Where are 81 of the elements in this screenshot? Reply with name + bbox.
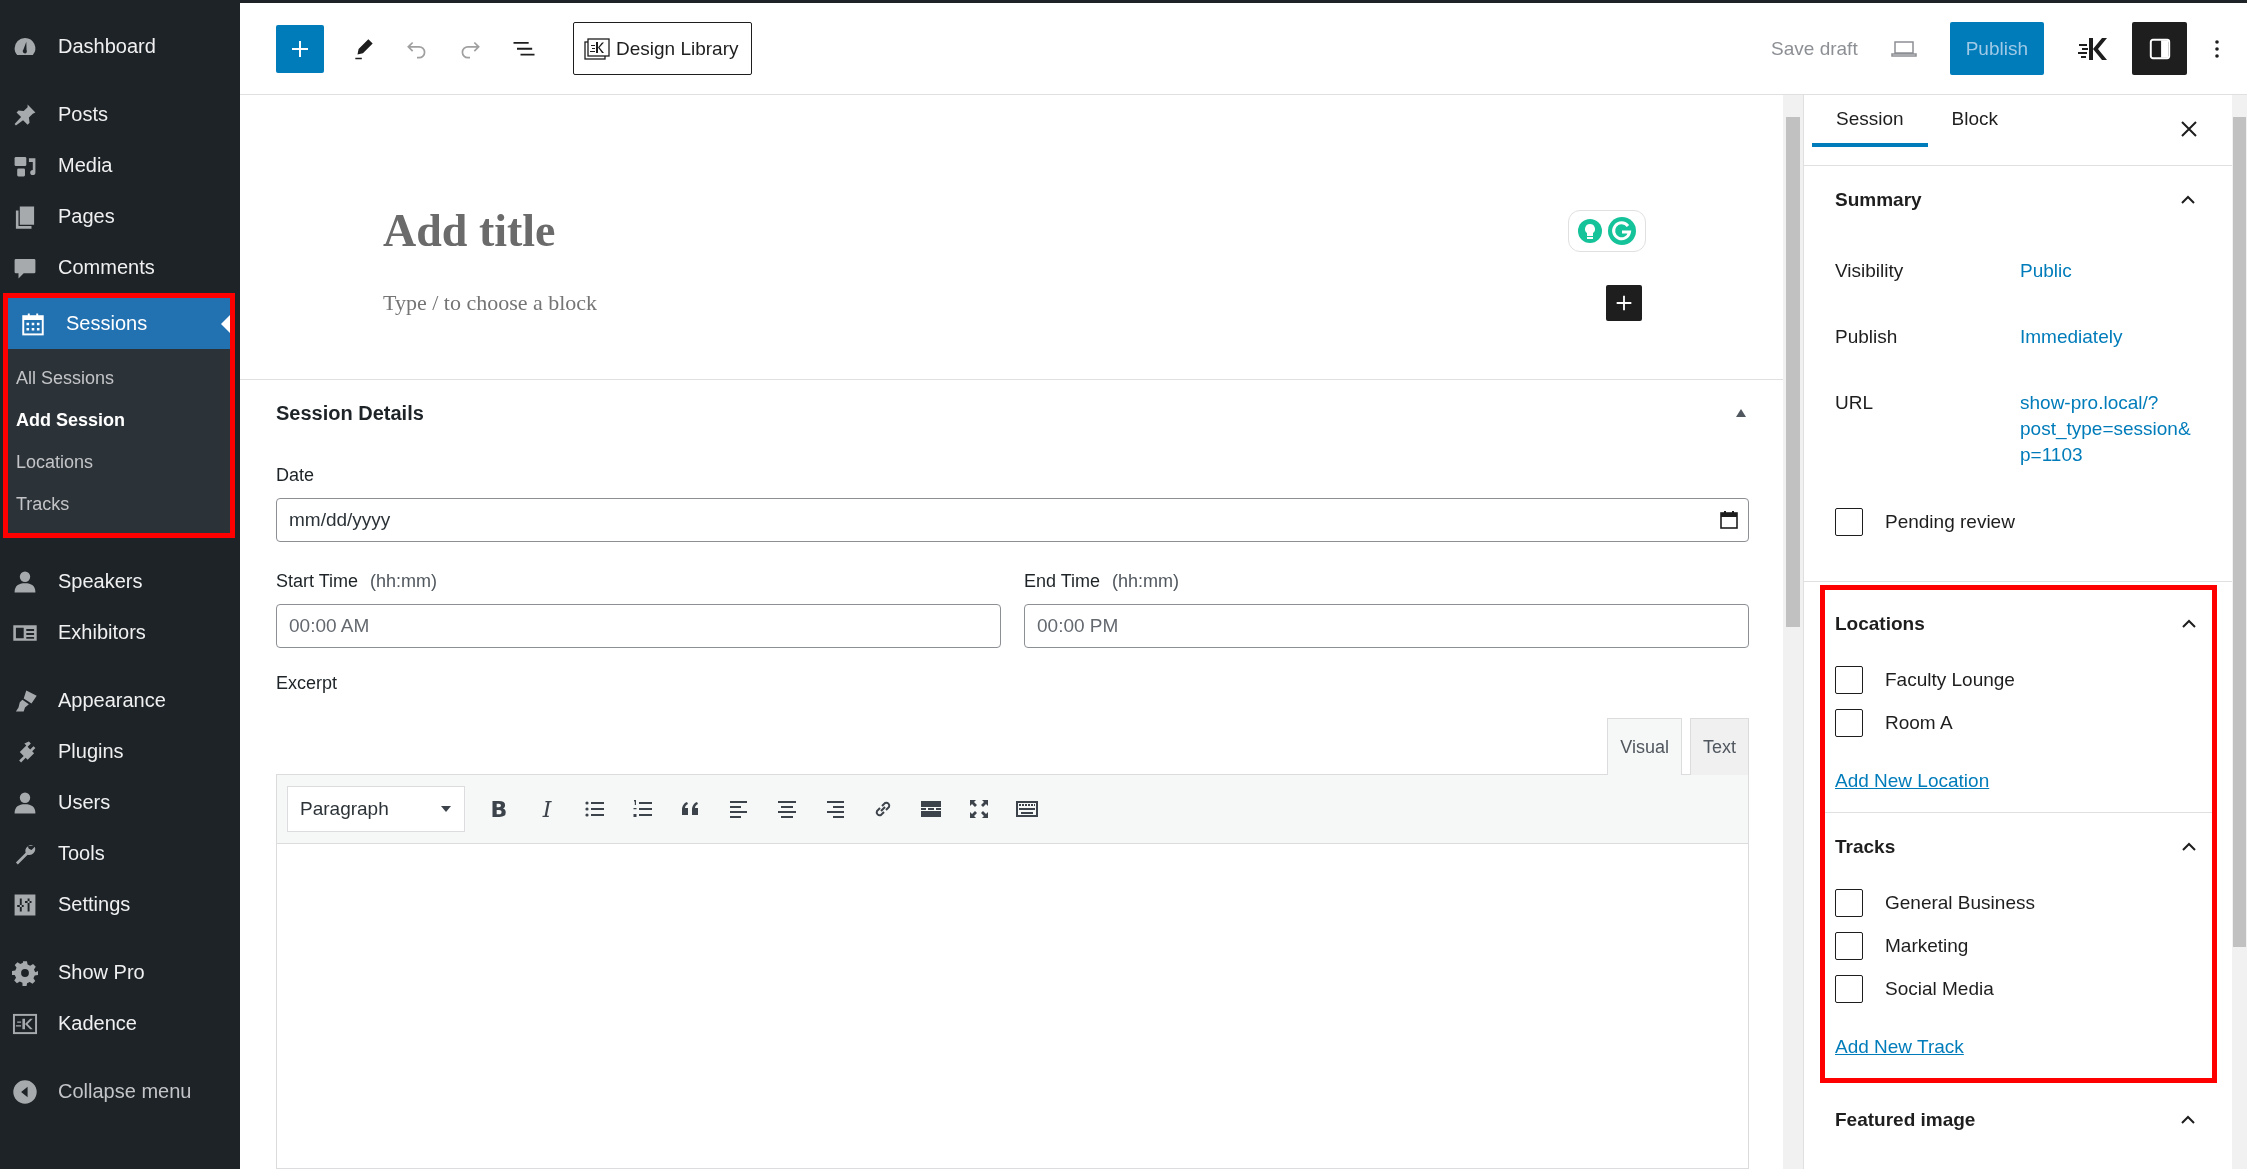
field-label: Start Time <box>276 570 359 593</box>
lightbulb-icon <box>1577 218 1603 244</box>
format-select[interactable]: Paragraph <box>287 786 465 832</box>
menu-item[interactable]: Posts <box>0 89 240 140</box>
submenu-item[interactable]: Add Session <box>8 399 230 441</box>
menu-item[interactable]: Settings <box>0 879 240 930</box>
menu-item[interactable]: Tools <box>0 828 240 879</box>
panel-title[interactable]: Locations <box>1835 613 1925 635</box>
menu-item[interactable]: Sessions <box>8 298 230 349</box>
title-field[interactable]: Add title <box>383 205 556 257</box>
bold-button[interactable]: B <box>487 796 511 822</box>
field-label: Excerpt <box>276 672 339 695</box>
menu-item[interactable]: Users <box>0 777 240 828</box>
checkbox[interactable] <box>1835 666 1863 694</box>
checkbox[interactable] <box>1835 975 1863 1003</box>
editor-tab[interactable]: Text <box>1690 718 1749 775</box>
sidebar-tab[interactable]: Session <box>1812 95 1928 147</box>
menu-item[interactable]: Dashboard <box>0 21 240 72</box>
menu-item[interactable]: Exhibitors <box>0 607 240 658</box>
sidebar-tab[interactable]: Block <box>1927 95 2023 147</box>
setting-value-link[interactable]: show-pro.local/?post_type=session&p=1103 <box>2020 390 2200 468</box>
setting-label: Publish <box>1835 325 1899 349</box>
panel-title[interactable]: Tracks <box>1835 836 1896 858</box>
gear-icon <box>12 959 38 986</box>
format-hint: (hh:mm) <box>370 570 438 593</box>
menu-item[interactable]: Speakers <box>0 556 240 607</box>
submenu-item[interactable]: Locations <box>8 441 230 483</box>
setting-value-link[interactable]: Public <box>2020 258 2200 284</box>
calendar-icon[interactable] <box>1719 510 1739 530</box>
menu-item[interactable]: Comments <box>0 242 240 293</box>
caret-icon <box>440 805 452 813</box>
add-block-button[interactable] <box>276 24 324 73</box>
collapse-menu-button[interactable]: Collapse menu <box>0 1066 240 1117</box>
submenu-item[interactable]: All Sessions <box>8 357 230 399</box>
menu-item[interactable]: Show Pro <box>0 947 240 998</box>
current-pointer-icon <box>221 315 230 333</box>
format-hint: (hh:mm) <box>1112 570 1180 593</box>
add-new-link[interactable]: Add New Location <box>1835 770 1990 792</box>
scrollbar-thumb[interactable] <box>2233 117 2246 947</box>
checkbox-label: Marketing <box>1885 935 1969 957</box>
laptop-icon[interactable] <box>1889 38 1918 59</box>
field-label: Date <box>276 464 316 487</box>
menu-item[interactable]: Pages <box>0 191 240 242</box>
insert-block-button[interactable] <box>1606 285 1642 321</box>
scrollbar[interactable] <box>2232 95 2247 1169</box>
submenu-item[interactable]: Tracks <box>8 483 230 525</box>
fullscreen-icon[interactable] <box>967 797 991 821</box>
metabox-title: Session Details <box>276 401 424 425</box>
checkbox[interactable] <box>1835 889 1863 917</box>
menu-item[interactable]: Plugins <box>0 726 240 777</box>
design-library-button[interactable]: Design Library <box>573 22 752 75</box>
scrollbar[interactable] <box>1783 95 1803 1169</box>
block-placeholder[interactable]: Type / to choose a block <box>383 290 598 316</box>
panel-title[interactable]: Summary <box>1835 189 1922 211</box>
field-label: End Time <box>1024 570 1101 593</box>
checkbox-label: Social Media <box>1885 978 1994 1000</box>
setting-value-link[interactable]: Immediately <box>2020 324 2200 350</box>
library-icon <box>584 37 610 60</box>
settings-toggle-button[interactable] <box>2132 22 2187 75</box>
checkbox[interactable] <box>1835 709 1863 737</box>
setting-label: URL <box>1835 391 1874 415</box>
add-new-link[interactable]: Add New Track <box>1835 1036 1964 1058</box>
scrollbar-thumb[interactable] <box>1786 117 1800 627</box>
checkbox-label: Pending review <box>1885 511 2015 533</box>
menu-item[interactable]: Kadence <box>0 998 240 1049</box>
italic-button[interactable]: I <box>535 796 559 822</box>
checkbox-label: General Business <box>1885 892 2035 914</box>
menu-item[interactable]: Media <box>0 140 240 191</box>
setting-label: Visibility <box>1835 259 1905 283</box>
editor-tab[interactable]: Visual <box>1607 718 1682 775</box>
time-field[interactable]: 00:00 AM <box>276 604 1001 648</box>
date-field[interactable]: mm/dd/yyyy <box>276 498 1749 542</box>
checkbox-label: Room A <box>1885 712 1953 734</box>
checkbox-label: Faculty Lounge <box>1885 669 2015 691</box>
triangle-up-icon[interactable] <box>1735 408 1747 418</box>
menu-item[interactable]: Appearance <box>0 675 240 726</box>
panel-title[interactable]: Featured image <box>1835 1109 1976 1131</box>
checkbox[interactable] <box>1835 508 1863 536</box>
checkbox[interactable] <box>1835 932 1863 960</box>
time-field[interactable]: 00:00 PM <box>1024 604 1749 648</box>
g-logo-icon <box>1607 216 1637 246</box>
